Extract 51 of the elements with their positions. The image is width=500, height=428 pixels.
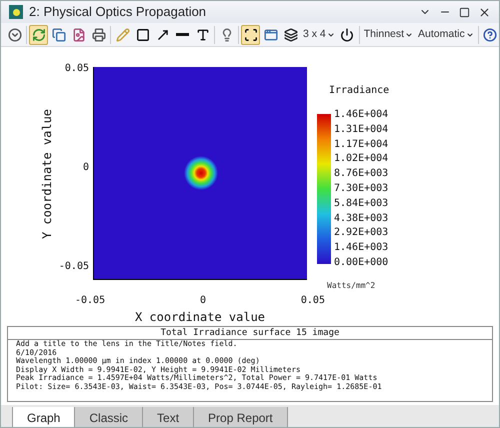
tab[interactable]: Classic (74, 407, 144, 427)
square-icon (136, 28, 150, 42)
panel-title: Total Irradiance surface 15 image (160, 327, 340, 339)
toolbar-dropdown[interactable]: 3 x 4 (301, 24, 337, 44)
close-icon[interactable] (478, 6, 491, 18)
colorbar-unit: Watts/mm^2 (327, 280, 376, 292)
text-icon (196, 28, 210, 42)
y-tick-label: 0 (82, 161, 89, 175)
colorbar-tick-label: 7.30E+003 (334, 184, 388, 194)
chevron-down-icon (8, 28, 22, 42)
arrow-icon (156, 28, 170, 42)
window-title: 2: Physical Optics Propagation (29, 3, 206, 22)
toolbar-dropdown[interactable]: Automatic (416, 24, 476, 44)
tab[interactable]: Text (142, 407, 194, 427)
power-icon (340, 28, 354, 42)
x-tick-label: 0.05 (300, 294, 325, 308)
colorbar-tick-label: 0.00E+000 (334, 258, 388, 268)
x-tick-label: 0 (200, 294, 206, 308)
caret-icon (326, 30, 335, 38)
toolbar-dropdown[interactable]: Thinnest (362, 24, 416, 44)
y-axis-label: Y coordinate value (39, 108, 55, 239)
colorbar-tick-label: 2.92E+003 (334, 228, 388, 238)
toolbar-button[interactable] (241, 24, 260, 44)
help-icon (483, 28, 498, 42)
fit-icon (244, 28, 258, 42)
windows-icon (264, 28, 278, 42)
x-tick-label: -0.05 (75, 294, 106, 308)
colorbar-tick-label: 1.46E+004 (334, 110, 388, 120)
colorbar-tick-label: 5.84E+003 (334, 198, 388, 209)
y-tick-label: -0.05 (58, 260, 89, 274)
printer-icon (92, 28, 106, 42)
layers-icon (284, 28, 298, 42)
colorbar-tick-label: 4.38E+003 (334, 214, 388, 224)
colorbar-tick-label: 1.31E+004 (334, 124, 388, 135)
tab[interactable]: Prop Report (193, 407, 288, 427)
colorbar-tick-label: 1.17E+004 (334, 140, 388, 150)
caret-icon (466, 30, 474, 38)
colorbar-tick-label: 1.46E+003 (334, 243, 388, 254)
caret-icon (405, 30, 414, 38)
refresh-icon (32, 28, 46, 42)
app-icon (9, 5, 23, 19)
pencil-icon (116, 28, 130, 42)
copy-icon (52, 28, 66, 42)
y-tick-label: 0.05 (64, 62, 89, 76)
image-file-icon (72, 28, 86, 42)
maximize-icon[interactable] (459, 6, 470, 18)
colorbar-tick-label: 8.76E+003 (334, 169, 388, 180)
colorbar-tick-label: 1.02E+004 (334, 154, 388, 164)
colorbar-title: Irradiance (329, 84, 390, 98)
tab[interactable]: Graph (12, 407, 76, 427)
x-axis-label: X coordinate value (134, 309, 266, 326)
